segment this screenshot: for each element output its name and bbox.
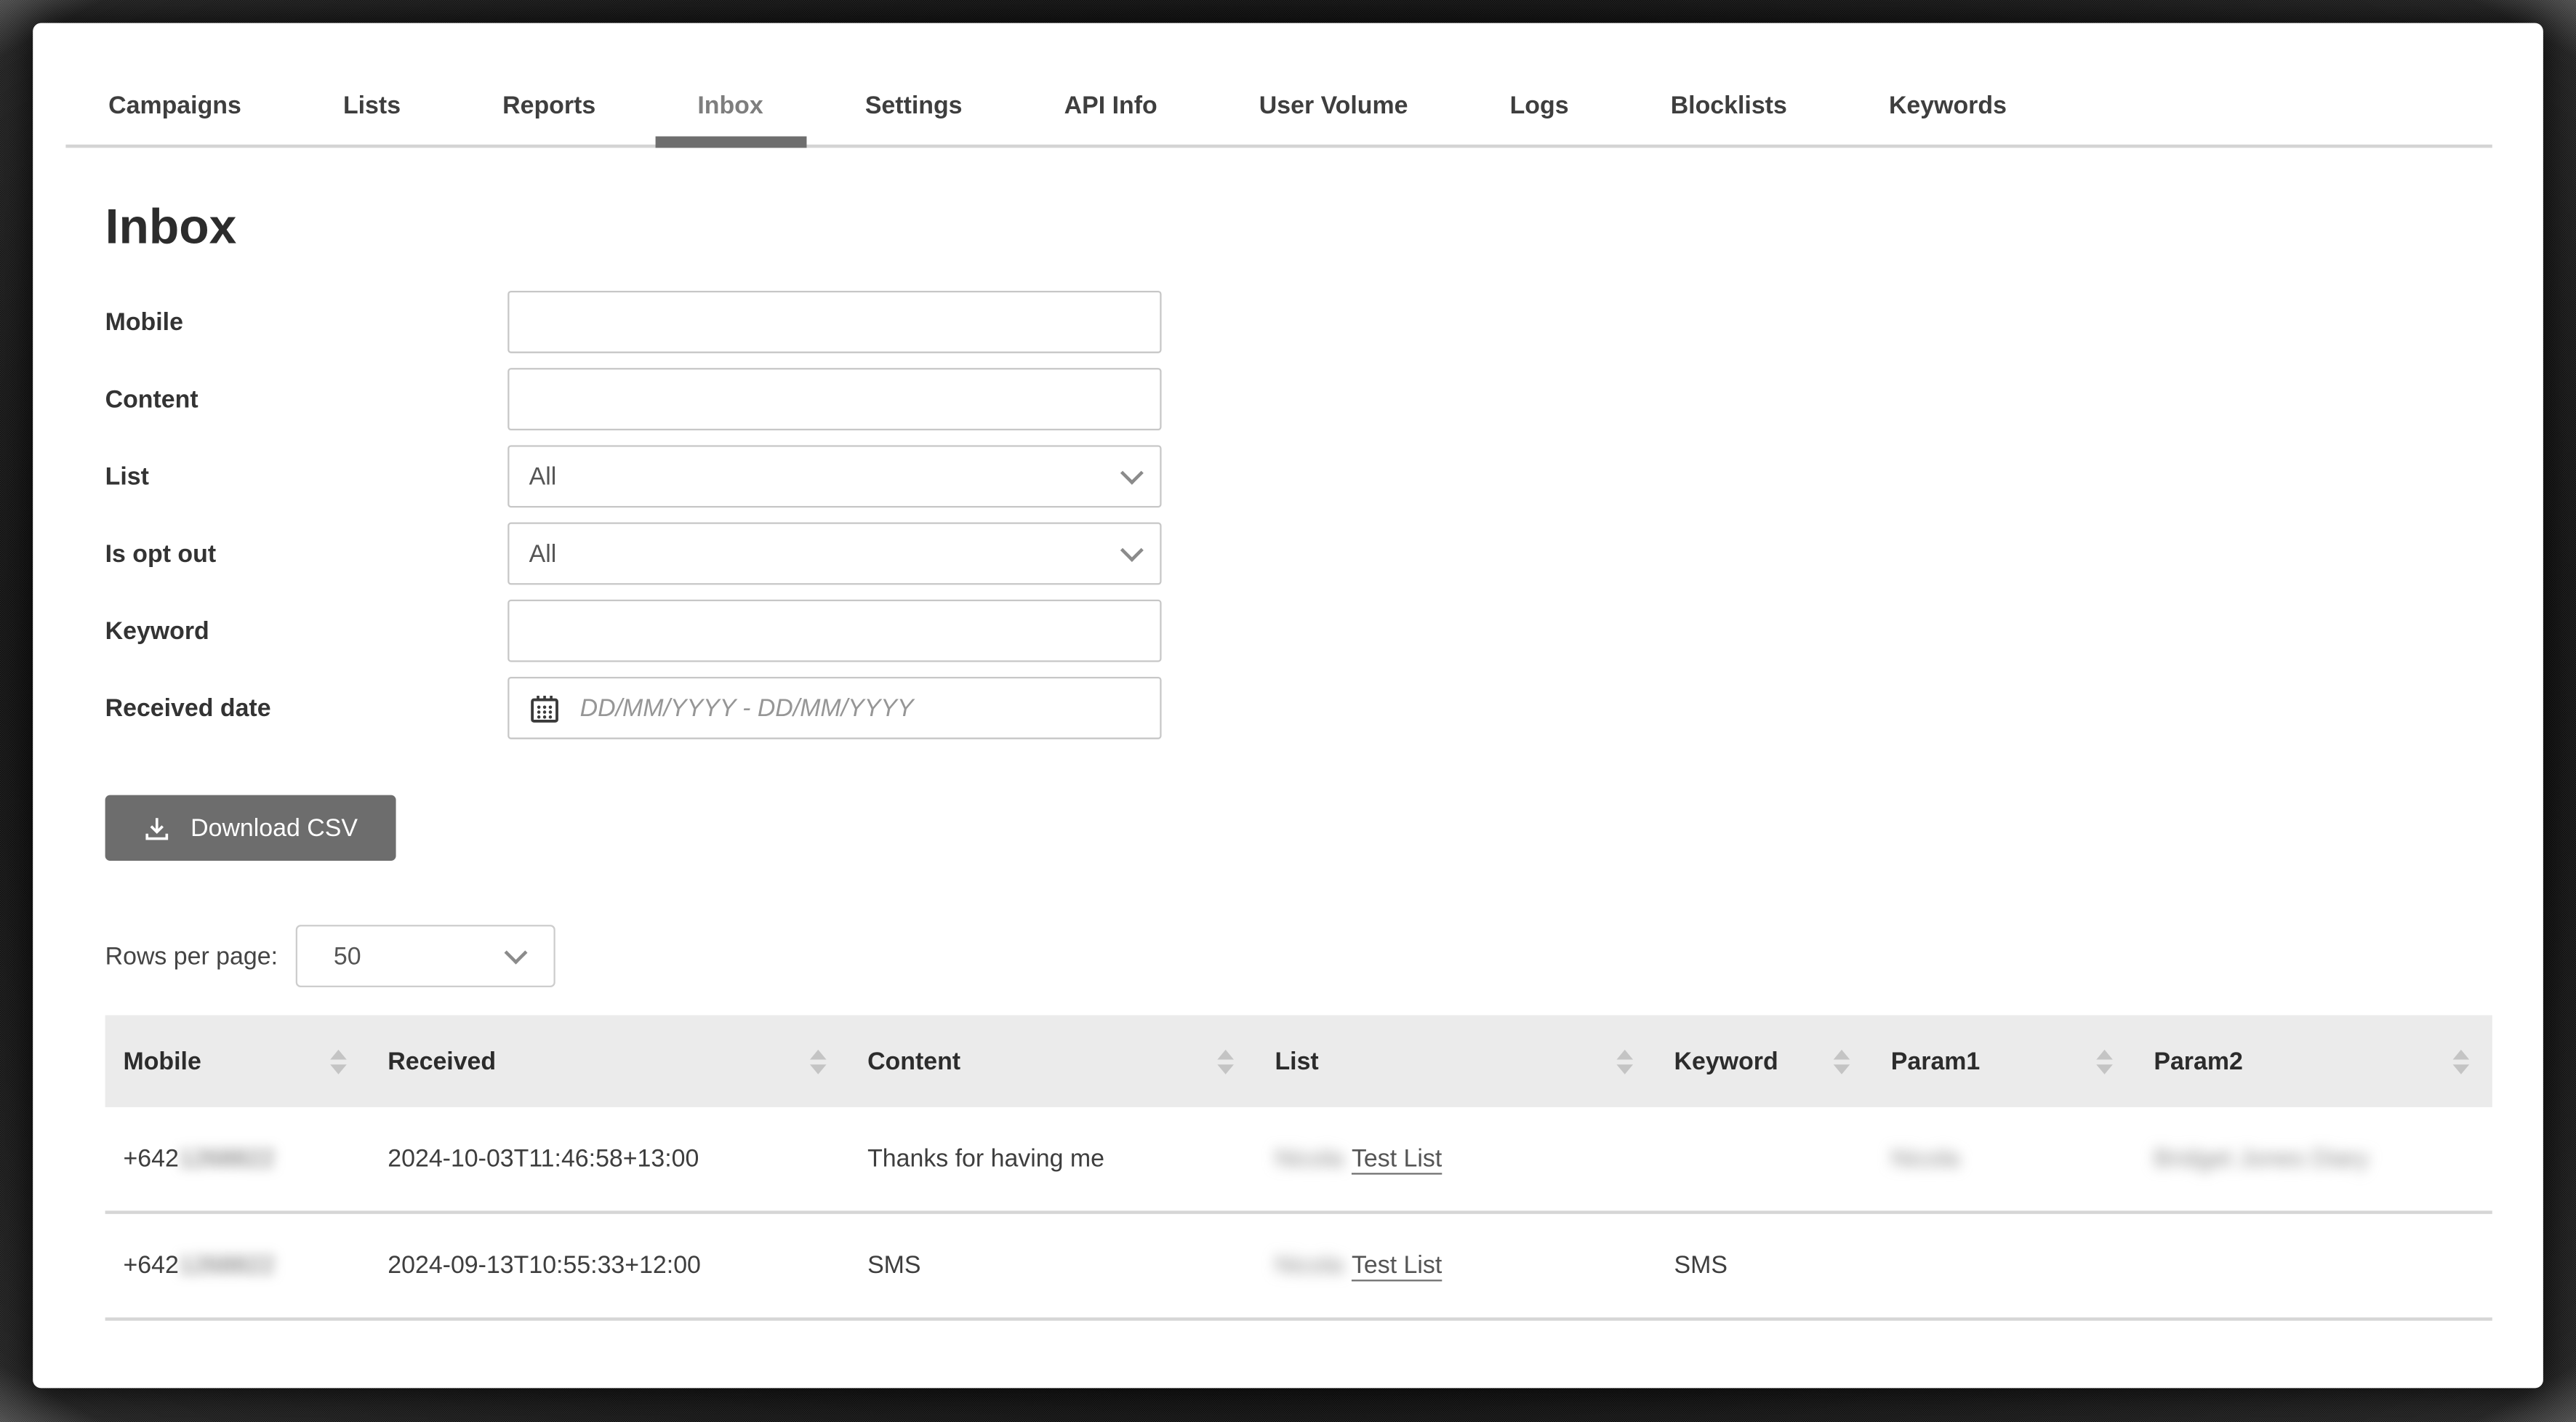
filter-row-received-date: Received date DD/MM/YYYY - D <box>105 677 2492 739</box>
sort-arrows-icon[interactable] <box>2096 1049 2113 1074</box>
cell-mobile: +642 1268822 <box>105 1107 370 1210</box>
cell-mobile: +642 1268822 <box>105 1214 370 1317</box>
list-link[interactable]: Test List <box>1352 1252 1442 1280</box>
rows-per-page-value: 50 <box>334 942 361 970</box>
list-select[interactable]: All <box>507 445 1161 507</box>
tab-lists[interactable]: Lists <box>300 76 444 145</box>
cell-param2 <box>2135 1214 2492 1317</box>
received-date-label: Received date <box>105 694 508 722</box>
column-header-param1: Param1 <box>1873 1015 2136 1107</box>
cell-keyword <box>1656 1107 1873 1210</box>
cell-param1: Nicola <box>1873 1107 2136 1210</box>
cell-list: Nicola Test List <box>1257 1214 1656 1317</box>
mobile-input[interactable] <box>507 291 1161 353</box>
list-link[interactable]: Test List <box>1352 1145 1442 1173</box>
column-header-keyword: Keyword <box>1656 1015 1873 1107</box>
tab-campaigns[interactable]: Campaigns <box>65 76 284 145</box>
table-header-row: Mobile Received Content List Keyword <box>105 1015 2492 1107</box>
optout-select-value: All <box>529 539 557 567</box>
table-row: +642 1268822 2024-09-13T10:55:33+12:00 S… <box>105 1214 2492 1321</box>
rows-per-page-select[interactable]: 50 <box>296 925 555 987</box>
top-nav: Campaigns Lists Reports Inbox Settings A… <box>65 23 2492 148</box>
cell-received: 2024-09-13T10:55:33+12:00 <box>369 1214 849 1317</box>
tab-keywords[interactable]: Keywords <box>1846 76 2050 145</box>
keyword-input[interactable] <box>507 600 1161 662</box>
app-window: Campaigns Lists Reports Inbox Settings A… <box>33 23 2543 1389</box>
cell-content: Thanks for having me <box>849 1107 1256 1210</box>
rows-per-page-label: Rows per page: <box>105 942 278 970</box>
filter-form: Mobile Content List All Is opt out All <box>33 291 2543 739</box>
table-row: +642 1268822 2024-10-03T11:46:58+13:00 T… <box>105 1107 2492 1214</box>
redacted-mobile-digits: 1268822 <box>179 1145 275 1173</box>
cell-param2: Bridget Jones Diary <box>2135 1107 2492 1210</box>
sort-arrows-icon[interactable] <box>330 1049 347 1074</box>
tab-logs[interactable]: Logs <box>1467 76 1611 145</box>
download-csv-button[interactable]: Download CSV <box>105 795 396 861</box>
sort-arrows-icon[interactable] <box>1616 1049 1633 1074</box>
redacted-param1: Nicola <box>1891 1145 1959 1173</box>
cell-content: SMS <box>849 1214 1256 1317</box>
cell-list: Nicola Test List <box>1257 1107 1656 1210</box>
tab-user-volume[interactable]: User Volume <box>1216 76 1450 145</box>
filter-row-keyword: Keyword <box>105 600 2492 662</box>
column-header-received: Received <box>369 1015 849 1107</box>
chevron-down-icon <box>1120 538 1144 561</box>
cell-keyword: SMS <box>1656 1214 1873 1317</box>
list-select-value: All <box>529 462 557 490</box>
redacted-list-name: Nicola <box>1275 1145 1343 1173</box>
tab-settings[interactable]: Settings <box>822 76 1005 145</box>
column-header-content: Content <box>849 1015 1256 1107</box>
download-icon <box>143 814 171 842</box>
received-date-input[interactable]: DD/MM/YYYY - DD/MM/YYYY <box>507 677 1161 739</box>
redacted-param2: Bridget Jones Diary <box>2154 1145 2369 1173</box>
optout-label: Is opt out <box>105 539 508 567</box>
sort-arrows-icon[interactable] <box>810 1049 827 1074</box>
filter-row-list: List All <box>105 445 2492 507</box>
sort-arrows-icon[interactable] <box>1834 1049 1850 1074</box>
column-header-param2: Param2 <box>2135 1015 2492 1107</box>
mobile-label: Mobile <box>105 308 508 336</box>
keyword-label: Keyword <box>105 616 508 644</box>
download-csv-label: Download CSV <box>190 814 358 842</box>
tab-blocklists[interactable]: Blocklists <box>1628 76 1830 145</box>
column-header-list: List <box>1257 1015 1656 1107</box>
tab-reports[interactable]: Reports <box>460 76 638 145</box>
cell-received: 2024-10-03T11:46:58+13:00 <box>369 1107 849 1210</box>
filter-row-optout: Is opt out All <box>105 523 2492 585</box>
rows-per-page: Rows per page: 50 <box>105 925 2543 987</box>
filter-row-content: Content <box>105 368 2492 430</box>
redacted-mobile-digits: 1268822 <box>179 1252 275 1280</box>
tab-api-info[interactable]: API Info <box>1022 76 1200 145</box>
chevron-down-icon <box>505 940 528 963</box>
inbox-table: Mobile Received Content List Keyword <box>105 1015 2492 1320</box>
tab-inbox[interactable]: Inbox <box>655 76 806 145</box>
cell-param1 <box>1873 1214 2136 1317</box>
optout-select[interactable]: All <box>507 523 1161 585</box>
chevron-down-icon <box>1120 461 1144 484</box>
content-input[interactable] <box>507 368 1161 430</box>
received-date-placeholder: DD/MM/YYYY - DD/MM/YYYY <box>580 694 914 722</box>
column-header-mobile: Mobile <box>105 1015 370 1107</box>
redacted-list-name: Nicola <box>1275 1252 1343 1280</box>
list-label: List <box>105 462 508 490</box>
filter-row-mobile: Mobile <box>105 291 2492 353</box>
screenshot-frame: Campaigns Lists Reports Inbox Settings A… <box>0 0 2576 1422</box>
page-title: Inbox <box>105 201 2543 257</box>
sort-arrows-icon[interactable] <box>2453 1049 2470 1074</box>
sort-arrows-icon[interactable] <box>1217 1049 1234 1074</box>
content-label: Content <box>105 385 508 413</box>
calendar-icon <box>529 692 561 723</box>
